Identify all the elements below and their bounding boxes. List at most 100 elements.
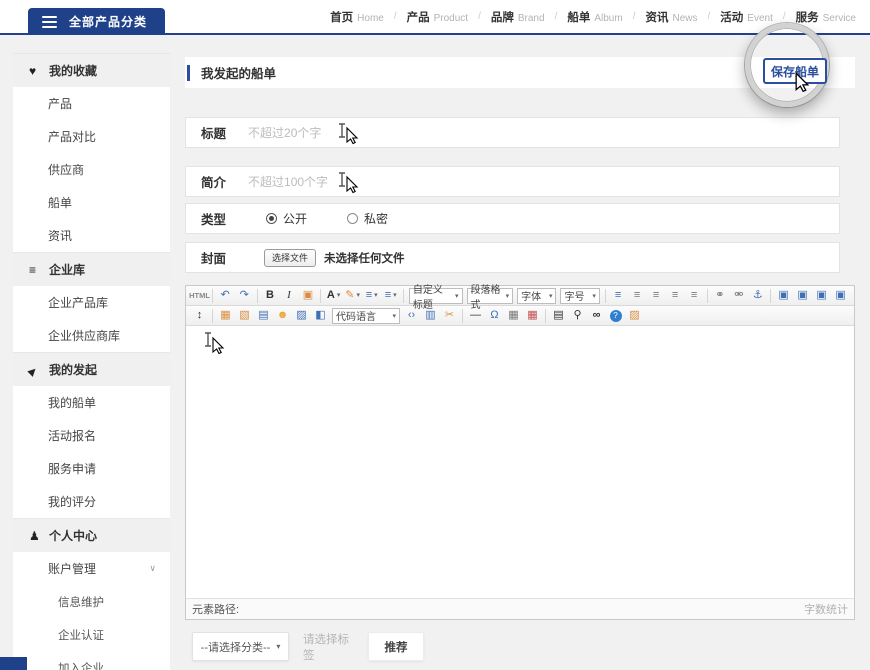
nav-album[interactable]: 船单Album: [567, 9, 622, 25]
chevron-down-icon: ∨: [149, 563, 156, 574]
sidebar-item-join-enterprise[interactable]: 加入企业: [13, 651, 170, 670]
align-right-button[interactable]: ≡: [667, 288, 684, 304]
album-intro-input[interactable]: 简介 不超过100个字: [185, 166, 840, 197]
image-block-button[interactable]: ▣: [832, 288, 849, 304]
sidebar-item-info-maintenance[interactable]: 信息维护: [13, 585, 170, 618]
nav-product[interactable]: 产品Product: [407, 9, 468, 25]
title-field-placeholder: 不超过20个字: [248, 124, 321, 141]
redo-icon[interactable]: ↷: [236, 288, 253, 304]
screenshot-button[interactable]: ▨: [293, 308, 310, 324]
heart-icon: ♥: [29, 64, 49, 78]
insert-code-button[interactable]: ‹›: [403, 308, 420, 324]
recommend-button[interactable]: 推荐: [368, 632, 424, 661]
image-float-right-button[interactable]: ▣: [813, 288, 830, 304]
align-justify-button[interactable]: ≡: [686, 288, 703, 304]
nav-brand[interactable]: 品牌Brand: [491, 9, 545, 25]
paragraph-format-select[interactable]: 段落格式▾: [467, 288, 514, 304]
nav-separator: /: [555, 11, 558, 22]
font-color-button[interactable]: A: [325, 288, 342, 304]
indent-button[interactable]: ≡: [610, 288, 627, 304]
all-categories-button[interactable]: 全部产品分类: [28, 8, 165, 35]
album-title-input[interactable]: 标题 不超过20个字: [185, 117, 840, 148]
bold-button[interactable]: B: [261, 288, 278, 304]
template-button[interactable]: ▨: [626, 308, 643, 324]
sidebar-section-label: 我的收藏: [49, 62, 97, 79]
custom-title-select[interactable]: 自定义标题▾: [409, 288, 463, 304]
unlink-icon[interactable]: ⚮: [730, 288, 747, 304]
help-button[interactable]: ?: [607, 308, 624, 324]
sidebar-item-news[interactable]: 资讯: [13, 219, 170, 252]
sidebar-item-account-management[interactable]: 账户管理 ∨: [13, 552, 170, 585]
html-source-button[interactable]: HTML: [191, 288, 208, 304]
sidebar-item-enterprise-certification[interactable]: 企业认证: [13, 618, 170, 651]
sidebar-item-event-signup[interactable]: 活动报名: [13, 419, 170, 452]
delete-table-button[interactable]: ▦: [524, 308, 541, 324]
undo-icon[interactable]: ↶: [217, 288, 234, 304]
nav-brand-en: Brand: [518, 13, 545, 24]
special-char-button[interactable]: Ω: [486, 308, 503, 324]
nav-service[interactable]: 服务Service: [796, 9, 856, 25]
line-height-button[interactable]: ↕: [191, 308, 208, 324]
editor-toolbar-row1: HTML ↶ ↷ B I ▣ A ✎ ≡ ≡ 自定义标题▾ 段落格式▾ 字体▾ …: [186, 286, 854, 306]
insert-table-button[interactable]: ▦: [505, 308, 522, 324]
align-center-button[interactable]: ≡: [648, 288, 665, 304]
font-size-select[interactable]: 字号▾: [560, 288, 599, 304]
page-title: 我发起的船单: [201, 63, 276, 82]
upload-image-button[interactable]: ▧: [236, 308, 253, 324]
editor-content-area[interactable]: [186, 326, 854, 598]
ordered-list-button[interactable]: ≡: [363, 288, 380, 304]
sidebar-section-personal[interactable]: ♟ 个人中心: [13, 518, 170, 552]
code-language-select[interactable]: 代码语言▾: [332, 308, 400, 324]
radio-private[interactable]: 私密: [347, 210, 388, 227]
unordered-list-button[interactable]: ≡: [382, 288, 399, 304]
image-float-left-button[interactable]: ▣: [775, 288, 792, 304]
sidebar-item-enterprise-products[interactable]: 企业产品库: [13, 286, 170, 319]
insert-video-button[interactable]: ▤: [255, 308, 272, 324]
insert-doc-button[interactable]: ◧: [312, 308, 329, 324]
choose-file-button[interactable]: 选择文件: [264, 249, 316, 267]
sidebar-item-my-albums[interactable]: 我的船单: [13, 386, 170, 419]
nav-album-en: Album: [594, 13, 622, 24]
preview-button[interactable]: ⚲: [569, 308, 586, 324]
save-album-button[interactable]: 保存船单: [763, 58, 827, 84]
album-type-field: 类型 公开 私密: [185, 203, 840, 234]
paste-icon[interactable]: ▣: [299, 288, 316, 304]
sidebar-section-enterprise[interactable]: ≡ 企业库: [13, 252, 170, 286]
nav-news[interactable]: 资讯News: [645, 9, 697, 25]
link-icon[interactable]: ⚭: [711, 288, 728, 304]
emoji-icon[interactable]: ☻: [274, 308, 291, 324]
intro-field-placeholder: 不超过100个字: [248, 173, 328, 190]
tag-input[interactable]: 请选择标签: [303, 632, 358, 661]
nav-separator: /: [478, 11, 481, 22]
print-button[interactable]: ▤: [550, 308, 567, 324]
sidebar-item-enterprise-suppliers[interactable]: 企业供应商库: [13, 319, 170, 352]
sidebar-item-suppliers[interactable]: 供应商: [13, 153, 170, 186]
highlight-pen-button[interactable]: ✎: [344, 288, 361, 304]
nav-separator: /: [783, 11, 786, 22]
select-caret-icon: ▾: [276, 642, 280, 651]
italic-button[interactable]: I: [280, 288, 297, 304]
sidebar-item-products[interactable]: 产品: [13, 87, 170, 120]
sidebar-section-favorites[interactable]: ♥ 我的收藏: [13, 53, 170, 87]
sidebar-item-albums[interactable]: 船单: [13, 186, 170, 219]
nav-home[interactable]: 首页Home: [330, 9, 384, 25]
sidebar-item-my-ratings[interactable]: 我的评分: [13, 485, 170, 518]
anchor-icon[interactable]: ⚓: [749, 288, 766, 304]
scrawl-button[interactable]: ✂: [441, 308, 458, 324]
font-family-select[interactable]: 字体▾: [517, 288, 556, 304]
radio-unselected-icon: [347, 213, 358, 224]
sidebar-item-service-request[interactable]: 服务申请: [13, 452, 170, 485]
sidebar-item-product-compare[interactable]: 产品对比: [13, 120, 170, 153]
sidebar-section-my-initiated[interactable]: ▶ 我的发起: [13, 352, 170, 386]
user-icon: ♟: [29, 529, 49, 543]
image-inline-button[interactable]: ▣: [794, 288, 811, 304]
category-select[interactable]: --请选择分类-- ▾: [192, 632, 289, 661]
insert-image-button[interactable]: ▦: [217, 308, 234, 324]
columns-button[interactable]: ▥: [422, 308, 439, 324]
nav-event[interactable]: 活动Event: [720, 9, 773, 25]
radio-public[interactable]: 公开: [266, 210, 307, 227]
align-left-button[interactable]: ≡: [629, 288, 646, 304]
search-replace-button[interactable]: ∞: [588, 308, 605, 324]
horizontal-rule-button[interactable]: —: [467, 308, 484, 324]
sidebar-section-label: 个人中心: [49, 527, 97, 544]
